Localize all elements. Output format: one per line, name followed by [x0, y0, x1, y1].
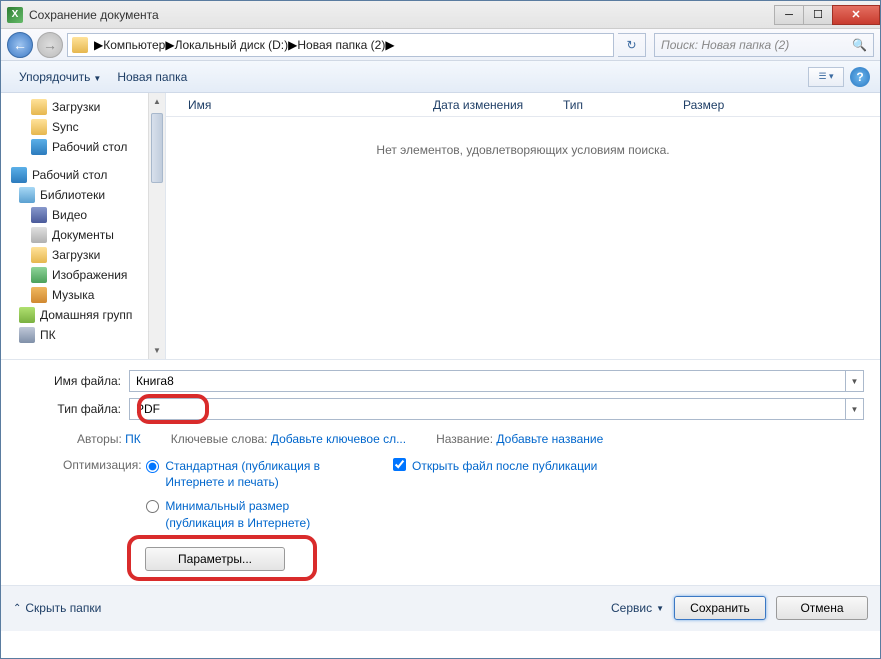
filetype-label: Тип файла:	[17, 402, 129, 416]
tree-downloads2[interactable]: Загрузки	[1, 245, 165, 265]
checkbox-open-after-input[interactable]	[393, 458, 406, 471]
scroll-down-button[interactable]: ▼	[149, 342, 165, 359]
toolbar: Упорядочить▼ Новая папка ☰ ▾ ?	[1, 61, 880, 93]
tree-documents[interactable]: Документы	[1, 225, 165, 245]
filetype-row: Тип файла: ▼	[17, 398, 864, 420]
column-type[interactable]: Тип	[553, 98, 673, 112]
radio-standard-input[interactable]	[146, 460, 159, 473]
filetype-dropdown-arrow[interactable]: ▼	[846, 398, 864, 420]
column-date[interactable]: Дата изменения	[423, 98, 553, 112]
tree-music[interactable]: Музыка	[1, 285, 165, 305]
tree-libraries[interactable]: Библиотеки	[1, 185, 165, 205]
optimization-label: Оптимизация:	[63, 458, 143, 472]
forward-button[interactable]: →	[37, 32, 63, 58]
tree-video[interactable]: Видео	[1, 205, 165, 225]
drive-icon	[72, 37, 88, 53]
scroll-up-button[interactable]: ▲	[149, 93, 165, 110]
column-name[interactable]: Имя	[178, 98, 423, 112]
filename-row: Имя файла: ▼	[17, 370, 864, 392]
filename-dropdown-arrow[interactable]: ▼	[846, 370, 864, 392]
save-form: Имя файла: ▼ Тип файла: ▼ Авторы: ПК Клю…	[1, 359, 880, 571]
radio-minimal-input[interactable]	[146, 500, 159, 513]
libraries-icon	[19, 187, 35, 203]
checkbox-open-after[interactable]: Открыть файл после публикации	[393, 458, 597, 539]
folder-icon	[31, 99, 47, 115]
search-input[interactable]: Поиск: Новая папка (2) 🔍	[654, 33, 874, 57]
document-icon	[31, 227, 47, 243]
title-link[interactable]: Добавьте название	[496, 432, 603, 446]
music-icon	[31, 287, 47, 303]
column-size[interactable]: Размер	[673, 98, 753, 112]
navbar: ← → ▶ Компьютер ▶ Локальный диск (D:) ▶ …	[1, 29, 880, 61]
radio-standard[interactable]: Стандартная (публикация в Интернете и пе…	[146, 458, 326, 490]
chevron-down-icon: ▼	[656, 604, 664, 613]
authors-label: Авторы:	[77, 432, 122, 446]
new-folder-button[interactable]: Новая папка	[109, 66, 195, 88]
computer-icon	[19, 327, 35, 343]
video-icon	[31, 207, 47, 223]
chevron-down-icon: ▼	[93, 74, 101, 83]
tree-desktop-fav[interactable]: Рабочий стол	[1, 137, 165, 157]
metadata-row: Авторы: ПК Ключевые слова: Добавьте ключ…	[17, 426, 864, 452]
chevron-right-icon: ▶	[165, 38, 174, 52]
optimization-section: Оптимизация: Стандартная (публикация в И…	[17, 452, 864, 539]
chevron-right-icon: ▶	[288, 38, 297, 52]
title-label: Название:	[436, 432, 493, 446]
filename-input[interactable]	[129, 370, 846, 392]
close-button[interactable]: ✕	[832, 5, 880, 25]
tree-images[interactable]: Изображения	[1, 265, 165, 285]
tree-downloads[interactable]: Загрузки	[1, 97, 165, 117]
tree-homegroup[interactable]: Домашняя групп	[1, 305, 165, 325]
column-headers: Имя Дата изменения Тип Размер	[166, 93, 880, 117]
folder-icon	[31, 247, 47, 263]
empty-message: Нет элементов, удовлетворяющих условиям …	[166, 143, 880, 157]
dialog-footer: ⌃ Скрыть папки Сервис▼ Сохранить Отмена	[1, 585, 880, 631]
tree-desktop[interactable]: Рабочий стол	[1, 165, 165, 185]
help-button[interactable]: ?	[850, 67, 870, 87]
tree-sync[interactable]: Sync	[1, 117, 165, 137]
filetype-input[interactable]	[129, 398, 846, 420]
cancel-button[interactable]: Отмена	[776, 596, 868, 620]
chevron-up-icon: ⌃	[13, 603, 21, 614]
folder-tree: Загрузки Sync Рабочий стол Рабочий стол …	[1, 93, 166, 359]
breadcrumb-folder[interactable]: Новая папка (2)	[297, 38, 385, 52]
homegroup-icon	[19, 307, 35, 323]
keywords-link[interactable]: Добавьте ключевое сл...	[271, 432, 406, 446]
chevron-right-icon: ▶	[385, 38, 394, 52]
chevron-right-icon: ▶	[94, 38, 103, 52]
content-area: Загрузки Sync Рабочий стол Рабочий стол …	[1, 93, 880, 359]
scroll-thumb[interactable]	[151, 113, 163, 183]
back-button[interactable]: ←	[7, 32, 33, 58]
window-title: Сохранение документа	[29, 8, 159, 22]
desktop-icon	[31, 139, 47, 155]
keywords-label: Ключевые слова:	[171, 432, 268, 446]
desktop-icon	[11, 167, 27, 183]
app-icon: X	[7, 7, 23, 23]
search-icon[interactable]: 🔍	[852, 38, 867, 52]
options-button[interactable]: Параметры...	[145, 547, 285, 571]
file-list-pane: Имя Дата изменения Тип Размер Нет элемен…	[166, 93, 880, 359]
tree-scrollbar[interactable]: ▲ ▼	[148, 93, 165, 359]
organize-button[interactable]: Упорядочить▼	[11, 66, 109, 88]
address-bar[interactable]: ▶ Компьютер ▶ Локальный диск (D:) ▶ Нова…	[67, 33, 614, 57]
maximize-button[interactable]: ☐	[803, 5, 833, 25]
search-placeholder: Поиск: Новая папка (2)	[661, 38, 789, 52]
tree-pc[interactable]: ПК	[1, 325, 165, 345]
filename-label: Имя файла:	[17, 374, 129, 388]
view-mode-button[interactable]: ☰ ▾	[808, 67, 844, 87]
titlebar: X Сохранение документа ─ ☐ ✕	[1, 1, 880, 29]
refresh-button[interactable]: ↻	[618, 33, 646, 57]
breadcrumb-disk[interactable]: Локальный диск (D:)	[175, 38, 289, 52]
minimize-button[interactable]: ─	[774, 5, 804, 25]
save-button[interactable]: Сохранить	[674, 596, 766, 620]
folder-icon	[31, 119, 47, 135]
tools-button[interactable]: Сервис▼	[611, 601, 664, 615]
images-icon	[31, 267, 47, 283]
hide-folders-button[interactable]: ⌃ Скрыть папки	[13, 601, 101, 615]
radio-minimal[interactable]: Минимальный размер (публикация в Интерне…	[146, 498, 326, 530]
breadcrumb-computer[interactable]: Компьютер	[103, 38, 165, 52]
authors-value[interactable]: ПК	[125, 432, 141, 446]
